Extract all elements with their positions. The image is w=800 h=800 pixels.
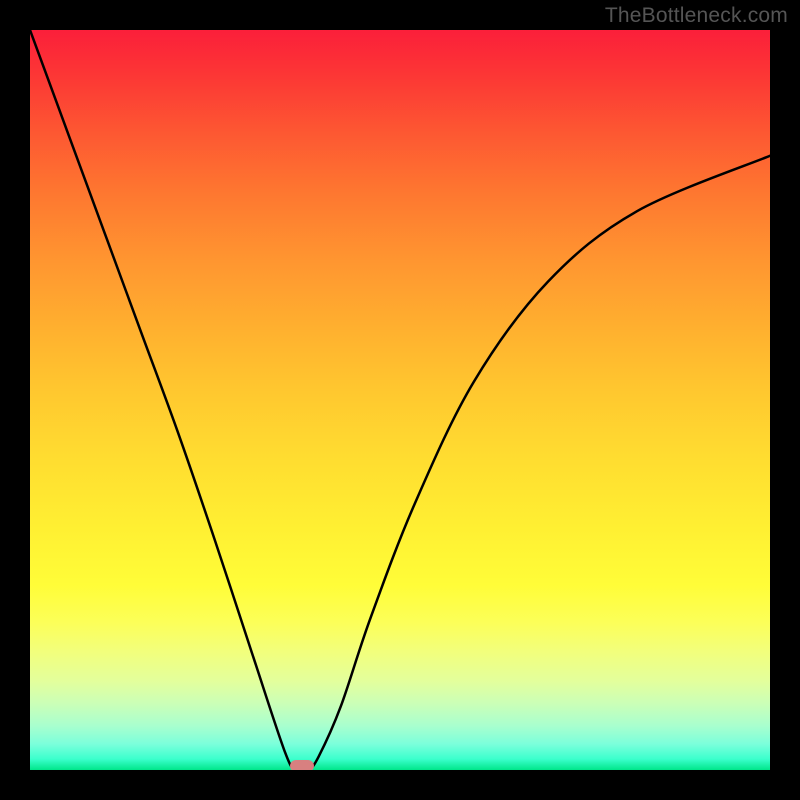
chart-plot-area: [30, 30, 770, 770]
chart-curve-svg: [30, 30, 770, 770]
optimum-point-marker: [290, 760, 314, 770]
bottleneck-curve: [30, 30, 770, 770]
watermark-text: TheBottleneck.com: [605, 4, 788, 28]
